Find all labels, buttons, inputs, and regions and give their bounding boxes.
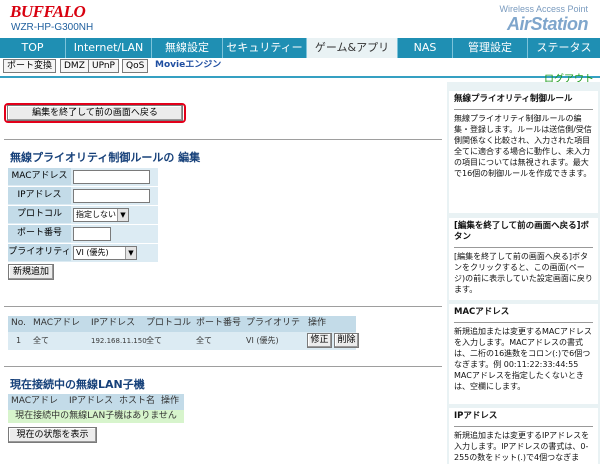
help-panel: 無線プライオリティ制御ルール 無線プライオリティ制御ルールの編集・登録します。ル…	[447, 82, 600, 464]
tab-game-apps[interactable]: ゲーム&アプリ	[307, 38, 398, 58]
tab-security[interactable]: セキュリティー	[223, 38, 307, 58]
ip-row: IPアドレス	[8, 187, 158, 205]
col-priority: プライオリティ	[246, 318, 301, 343]
help-title: MACアドレス	[454, 307, 593, 323]
main-content: 編集を終了して前の画面へ戻る 無線プライオリティ制御ルールの 編集 MACアドレ…	[0, 82, 446, 464]
col-ops: 操作	[161, 396, 180, 406]
refresh-status-button[interactable]: 現在の状態を表示	[8, 427, 97, 443]
delete-button[interactable]: 削除	[334, 333, 359, 348]
port-label: ポート番号	[8, 225, 71, 242]
tab-top[interactable]: TOP	[0, 38, 66, 58]
help-body: 新規追加または変更するIPアドレスを入力します。IPアドレスの書式は、0-255…	[454, 431, 590, 462]
help-body: 無線プライオリティ制御ルールの編集・登録します。ルールは送信側/受信側関係なく比…	[454, 114, 592, 178]
divider	[4, 139, 442, 140]
col-no: No.	[11, 318, 26, 328]
row-priority: VI (優先)	[246, 336, 279, 345]
col-port: ポート番号	[196, 318, 242, 328]
tab-nas[interactable]: NAS	[398, 38, 453, 58]
priority-value: VI (優先)	[76, 248, 109, 257]
ip-input[interactable]	[73, 189, 150, 203]
col-ip: IPアドレス	[91, 318, 136, 328]
row-ip: 192.168.11.150	[91, 337, 147, 345]
help-title: IPアドレス	[454, 411, 593, 427]
subtab-port-forward[interactable]: ポート変換	[3, 59, 57, 73]
protocol-row: プロトコル 指定しない ▼	[8, 206, 158, 224]
port-input[interactable]	[73, 227, 111, 241]
clients-empty-message: 現在接続中の無線LAN子機はありません	[8, 410, 184, 423]
help-title: 無線プライオリティ制御ルール	[454, 94, 593, 110]
back-button[interactable]: 編集を終了して前の画面へ戻る	[7, 105, 183, 121]
back-button-highlight: 編集を終了して前の画面へ戻る	[4, 103, 186, 123]
mac-label: MACアドレス	[8, 168, 71, 185]
subtab-qos[interactable]: QoS	[122, 59, 149, 73]
rules-table-header: No. MACアドレス IPアドレス プロトコル ポート番号 プライオリティ 操…	[8, 316, 356, 343]
chevron-down-icon: ▼	[117, 209, 128, 221]
header: BUFFALO WZR-HP-G300NH Wireless Access Po…	[0, 0, 600, 38]
help-body: 新規追加または変更するMACアドレスを入力します。MACアドレスの書式は、二桁の…	[454, 327, 592, 391]
model-name: WZR-HP-G300NH	[11, 22, 94, 33]
mac-input[interactable]	[73, 170, 150, 184]
row-no: 1	[16, 336, 22, 345]
clients-section-title: 現在接続中の無線LAN子機	[10, 378, 145, 391]
ip-label: IPアドレス	[8, 187, 71, 204]
product-tagline: Wireless Access Point	[499, 4, 588, 14]
row-port: 全て	[196, 336, 212, 345]
table-row: 1 全て 192.168.11.150 全て 全て VI (優先) 修正 削除	[8, 332, 359, 350]
help-qos-rules: 無線プライオリティ制御ルール 無線プライオリティ制御ルールの編集・登録します。ル…	[449, 91, 598, 213]
priority-row: プライオリティ VI (優先) ▼	[8, 244, 158, 262]
priority-label: プライオリティ	[8, 244, 71, 261]
tab-admin[interactable]: 管理設定	[453, 38, 528, 58]
sub-nav: ポート変換 DMZ UPnP QoS Movieエンジン	[0, 58, 600, 78]
subtab-upnp[interactable]: UPnP	[88, 59, 119, 73]
add-rule-button[interactable]: 新規追加	[8, 264, 54, 280]
help-ip-address: IPアドレス 新規追加または変更するIPアドレスを入力します。IPアドレスの書式…	[449, 408, 598, 464]
buffalo-logo: BUFFALO	[10, 2, 86, 21]
edit-section-title: 無線プライオリティ制御ルールの 編集	[10, 151, 201, 164]
col-hostname: ホスト名	[119, 396, 156, 406]
col-mac: MACアドレス	[33, 318, 81, 343]
chevron-down-icon: ▼	[125, 247, 136, 259]
help-back-button: [編集を終了して前の画面へ戻る]ボタン [編集を終了して前の画面へ戻る]ボタンを…	[449, 218, 598, 300]
protocol-value: 指定しない	[76, 210, 116, 219]
divider	[4, 306, 442, 307]
tab-internet-lan[interactable]: Internet/LAN	[66, 38, 152, 58]
subtab-movie-engine[interactable]: Movieエンジン	[152, 59, 224, 73]
tab-status[interactable]: ステータス	[528, 38, 600, 58]
col-mac: MACアドレス	[11, 396, 59, 421]
edit-button[interactable]: 修正	[307, 333, 332, 348]
protocol-select[interactable]: 指定しない ▼	[73, 208, 129, 222]
protocol-label: プロトコル	[8, 206, 71, 223]
help-title: [編集を終了して前の画面へ戻る]ボタン	[454, 221, 593, 248]
row-mac: 全て	[33, 336, 49, 345]
priority-select[interactable]: VI (優先) ▼	[73, 246, 137, 260]
col-ops: 操作	[308, 318, 327, 328]
mac-row: MACアドレス	[8, 168, 158, 186]
clients-table-header: MACアドレス IPアドレス ホスト名 操作	[8, 394, 184, 421]
divider	[4, 366, 442, 367]
main-nav: TOP Internet/LAN 無線設定 セキュリティー ゲーム&アプリ NA…	[0, 38, 600, 58]
row-protocol: 全て	[146, 336, 162, 345]
port-row: ポート番号	[8, 225, 158, 243]
col-ip: IPアドレス	[69, 396, 114, 406]
col-protocol: プロトコル	[146, 318, 192, 328]
help-body: [編集を終了して前の画面へ戻る]ボタンをクリックすると、この画面(ページ)の前に…	[454, 252, 593, 294]
airstation-logo: AirStation	[506, 14, 589, 34]
subtab-dmz[interactable]: DMZ	[60, 59, 89, 73]
tab-wireless[interactable]: 無線設定	[152, 38, 223, 58]
help-mac-address: MACアドレス 新規追加または変更するMACアドレスを入力します。MACアドレス…	[449, 304, 598, 404]
